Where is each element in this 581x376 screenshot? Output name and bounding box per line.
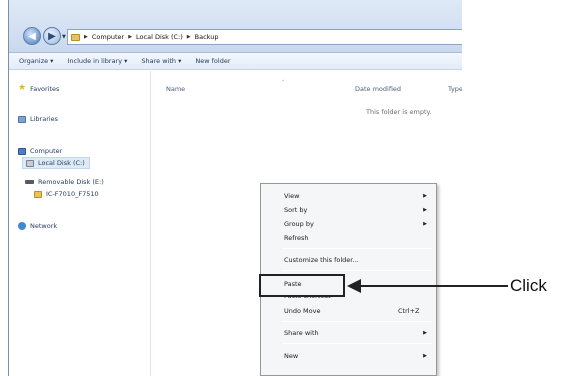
menu-separator [282, 270, 432, 271]
chevron-right-icon: ▶ [423, 193, 427, 199]
nav-item-label: Network [30, 222, 58, 230]
menu-separator [282, 343, 432, 344]
forward-arrow-icon: ▶ [48, 30, 56, 42]
chevron-right-icon: ▶ [423, 207, 427, 213]
menu-separator [282, 248, 432, 249]
menu-item-view[interactable]: View [284, 192, 299, 200]
network-icon [18, 222, 26, 230]
nav-item-ic-folder[interactable]: IC-F7010_F7510 [34, 190, 99, 198]
chevron-right-icon: ▶ [423, 330, 427, 336]
menu-item-group-by[interactable]: Group by [284, 220, 314, 228]
menu-separator [282, 321, 432, 322]
menu-item-share-with[interactable]: Share with [284, 329, 319, 337]
menu-item-refresh[interactable]: Refresh [284, 234, 309, 242]
menu-item-undo-move[interactable]: Undo Move [284, 307, 320, 315]
callout-click-label: Click [510, 276, 547, 295]
menu-item-customize-folder[interactable]: Customize this folder... [284, 256, 359, 264]
computer-icon [18, 147, 26, 155]
nav-item-label: Local Disk (C:) [38, 159, 85, 167]
chevron-right-icon[interactable]: ▶ [187, 34, 191, 40]
breadcrumb-local-disk[interactable]: Local Disk (C:) [136, 33, 183, 41]
breadcrumb-backup[interactable]: Backup [195, 33, 219, 41]
chevron-right-icon[interactable]: ▶ [84, 34, 88, 40]
address-field[interactable]: ▶ Computer ▶ Local Disk (C:) ▶ Backup [67, 29, 462, 45]
nav-item-computer[interactable]: Computer [18, 147, 62, 155]
nav-item-label: Libraries [30, 115, 59, 123]
paste-highlight-box [259, 274, 345, 297]
library-icon [18, 115, 26, 123]
nav-item-label: Favorites [30, 84, 60, 93]
nav-item-network[interactable]: Network [18, 222, 57, 230]
chevron-right-icon: ▶ [423, 353, 427, 359]
address-bar-area: ◀ ▶ ▼ ▶ Computer ▶ Local Disk (C:) ▶ Bac… [9, 0, 462, 53]
chevron-right-icon[interactable]: ▶ [128, 34, 132, 40]
nav-item-label: Removable Disk (E:) [38, 178, 104, 186]
nav-item-label: Computer [30, 147, 63, 155]
column-header-date-modified[interactable]: Date modified [355, 85, 401, 93]
column-header-type[interactable]: Type [448, 85, 462, 93]
star-icon: ★ [18, 83, 27, 93]
breadcrumb-computer[interactable]: Computer [92, 33, 124, 41]
nav-item-libraries[interactable]: Libraries [18, 115, 58, 123]
menu-item-sort-by[interactable]: Sort by [284, 206, 307, 214]
navigation-pane: ★ Favorites Libraries Computer Local Dis… [9, 71, 151, 376]
organize-button[interactable]: Organize ▾ [19, 57, 53, 65]
new-folder-button[interactable]: New folder [195, 57, 230, 65]
removable-drive-icon [25, 180, 34, 184]
chevron-right-icon: ▶ [423, 221, 427, 227]
nav-item-local-disk[interactable]: Local Disk (C:) [22, 157, 90, 169]
folder-icon [71, 33, 80, 41]
folder-icon [34, 190, 42, 198]
nav-item-removable-disk[interactable]: Removable Disk (E:) [25, 178, 104, 186]
nav-item-favorites[interactable]: ★ Favorites [18, 84, 59, 93]
recent-pages-dropdown-icon[interactable]: ▼ [62, 34, 66, 40]
sort-indicator-icon: ˄ [282, 80, 285, 86]
command-toolbar: Organize ▾ Include in library ▾ Share wi… [9, 53, 462, 70]
back-button[interactable]: ◀ [23, 27, 41, 45]
drive-icon [26, 159, 34, 167]
nav-item-label: IC-F7010_F7510 [46, 190, 99, 198]
forward-button[interactable]: ▶ [43, 27, 61, 45]
empty-folder-message: This folder is empty. [366, 108, 432, 116]
include-in-library-button[interactable]: Include in library ▾ [67, 57, 127, 65]
undo-shortcut-hint: Ctrl+Z [398, 307, 420, 315]
column-header-name[interactable]: Name [166, 85, 185, 93]
share-with-button[interactable]: Share with ▾ [141, 57, 181, 65]
back-arrow-icon: ◀ [28, 30, 36, 42]
callout-line [356, 285, 508, 287]
menu-item-new[interactable]: New [284, 352, 298, 360]
